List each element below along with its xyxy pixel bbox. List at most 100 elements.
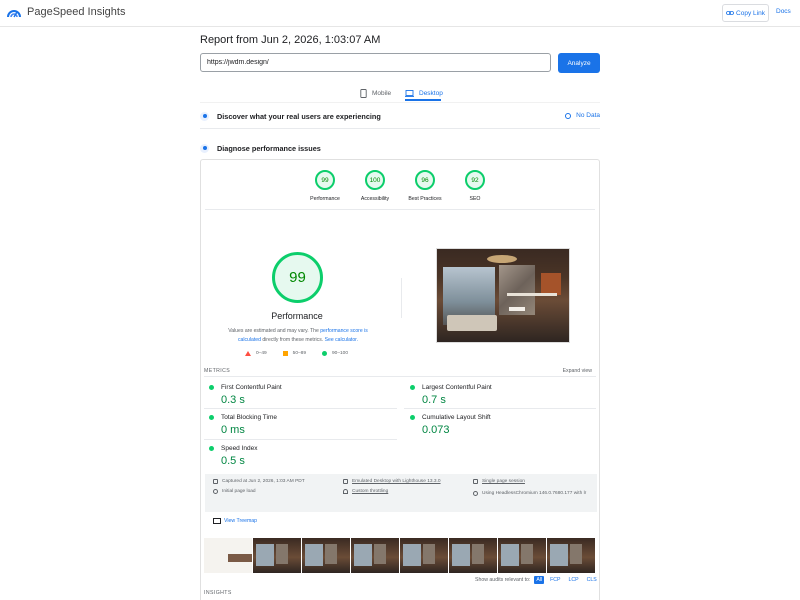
pass-circle-icon [322, 351, 328, 356]
link-icon [726, 11, 734, 15]
diagnose-section: Diagnose performance issues [200, 141, 600, 155]
initial-load: Initial page load [213, 489, 256, 494]
lighthouse-report-card: 99 Performance 100 Accessibility 96 Best… [200, 159, 600, 600]
legend-pass: 90–100 [322, 351, 348, 356]
wifi-icon [343, 489, 348, 494]
real-users-title: Discover what your real users are experi… [217, 111, 381, 121]
filter-chip-all[interactable]: All [534, 576, 545, 584]
calendar-icon [213, 479, 218, 484]
see-calculator-link[interactable]: See calculator. [325, 337, 358, 343]
filmstrip-frame [498, 538, 546, 573]
metric-value: 0.7 s [422, 394, 446, 406]
url-input[interactable] [200, 53, 551, 72]
top-header: PageSpeed Insights Copy Link Docs [0, 0, 800, 27]
metric-name: Cumulative Layout Shift [422, 414, 491, 421]
legend-average-range: 50–89 [292, 351, 307, 356]
pass-circle-icon [410, 415, 415, 420]
fail-triangle-icon [245, 351, 251, 356]
average-square-icon [282, 351, 288, 356]
score-disclaimer: Values are estimated and may vary. The p… [222, 327, 374, 344]
analyze-button[interactable]: Analyze [558, 53, 600, 73]
score-gauge-seo[interactable]: 92 SEO [445, 170, 505, 202]
filter-chip-lcp[interactable]: LCP [567, 576, 581, 584]
metric-value: 0 ms [221, 424, 245, 436]
score-value: 100 [365, 170, 385, 190]
brand-name: PageSpeed Insights [27, 6, 126, 18]
emulated-device[interactable]: Emulated Desktop with Lighthouse 13.3.0 [343, 479, 441, 484]
score-value: 92 [465, 170, 485, 190]
active-tab-indicator [405, 99, 441, 101]
tab-desktop-label: Desktop [419, 90, 443, 97]
vertical-divider [401, 278, 402, 318]
brand[interactable]: PageSpeed Insights [7, 6, 125, 18]
metric-divider [204, 408, 397, 409]
filmstrip-frame [253, 538, 301, 573]
metrics-divider [204, 376, 596, 377]
audit-filter-label: Show audits relevant to: [475, 577, 531, 583]
session-icon [473, 479, 478, 484]
score-legend: 0–49 50–89 90–100 [245, 351, 365, 356]
filmstrip-frame [449, 538, 497, 573]
metric-cls: Cumulative Layout Shift 0.073 [410, 414, 590, 436]
view-treemap-button[interactable]: View Treemap [213, 518, 257, 524]
metric-fcp: First Contentful Paint 0.3 s [209, 384, 389, 406]
final-screenshot[interactable] [436, 248, 570, 343]
filmstrip-frame [400, 538, 448, 573]
legend-pass-range: 90–100 [332, 351, 349, 356]
score-value: 96 [415, 170, 435, 190]
emulated-text: Emulated Desktop with Lighthouse 13.3.0 [352, 479, 441, 484]
expand-view-toggle[interactable]: Expand view [563, 368, 592, 374]
info-icon [565, 112, 572, 119]
chromium-icon [473, 491, 478, 496]
pagespeed-logo-icon [7, 10, 21, 18]
filter-chip-cls[interactable]: CLS [585, 576, 599, 584]
metric-divider [404, 408, 596, 409]
desktop-laptop-icon [405, 90, 414, 97]
report-title: Report from Jun 2, 2026, 1:03:07 AM [200, 34, 381, 46]
pass-circle-icon [410, 385, 415, 390]
session[interactable]: Single page session [473, 479, 525, 484]
no-data-link[interactable]: No Data [565, 112, 600, 119]
filmstrip-frame [351, 538, 399, 573]
score-value: 99 [315, 170, 335, 190]
metric-value: 0.073 [422, 424, 450, 436]
filter-chip-fcp[interactable]: FCP [548, 576, 562, 584]
filmstrip-frame [547, 538, 595, 573]
treemap-label: View Treemap [224, 518, 258, 524]
insights-heading: INSIGHTS [204, 590, 232, 596]
browser-text: Using HeadlessChromium 146.0.7680.177 wi… [482, 491, 587, 496]
performance-big-label: Performance [271, 311, 323, 321]
docs-link[interactable]: Docs [776, 8, 791, 15]
captured-text: Captured at Jun 2, 2026, 1:03 AM PDT [222, 479, 305, 484]
runtime-settings: Captured at Jun 2, 2026, 1:03 AM PDT Ini… [205, 474, 597, 512]
lab-flask-icon [200, 143, 209, 153]
throttling[interactable]: Custom throttling [343, 489, 388, 494]
pass-circle-icon [209, 415, 214, 420]
monitor-icon [343, 479, 348, 484]
browser-info: Using HeadlessChromium 146.0.7680.177 wi… [473, 489, 593, 498]
metric-name: Total Blocking Time [221, 414, 277, 421]
metric-value: 0.5 s [221, 455, 245, 467]
pass-circle-icon [209, 446, 214, 451]
session-text: Single page session [482, 479, 525, 484]
pass-circle-icon [209, 385, 214, 390]
diagnose-title: Diagnose performance issues [217, 143, 321, 153]
tab-mobile[interactable]: Mobile [360, 86, 391, 101]
real-users-section[interactable]: Discover what your real users are experi… [200, 109, 600, 123]
metric-value: 0.3 s [221, 394, 245, 406]
performance-big-gauge: 99 [272, 252, 323, 303]
legend-fail-range: 0–49 [256, 351, 267, 356]
legend-fail: 0–49 [245, 351, 267, 356]
metric-name: Speed Index [221, 445, 258, 452]
copy-link-button[interactable]: Copy Link [722, 4, 769, 22]
audit-filter: Show audits relevant to: All FCP LCP CLS [475, 576, 599, 584]
metric-divider [204, 439, 397, 440]
mobile-phone-icon [360, 89, 367, 98]
tab-mobile-label: Mobile [372, 90, 392, 97]
disclaimer-text: Values are estimated and may vary. The [228, 328, 321, 334]
legend-average: 50–89 [282, 351, 307, 356]
filmstrip-frame [302, 538, 350, 573]
metric-name: Largest Contentful Paint [422, 384, 492, 391]
metric-name: First Contentful Paint [221, 384, 282, 391]
users-icon [200, 111, 209, 121]
